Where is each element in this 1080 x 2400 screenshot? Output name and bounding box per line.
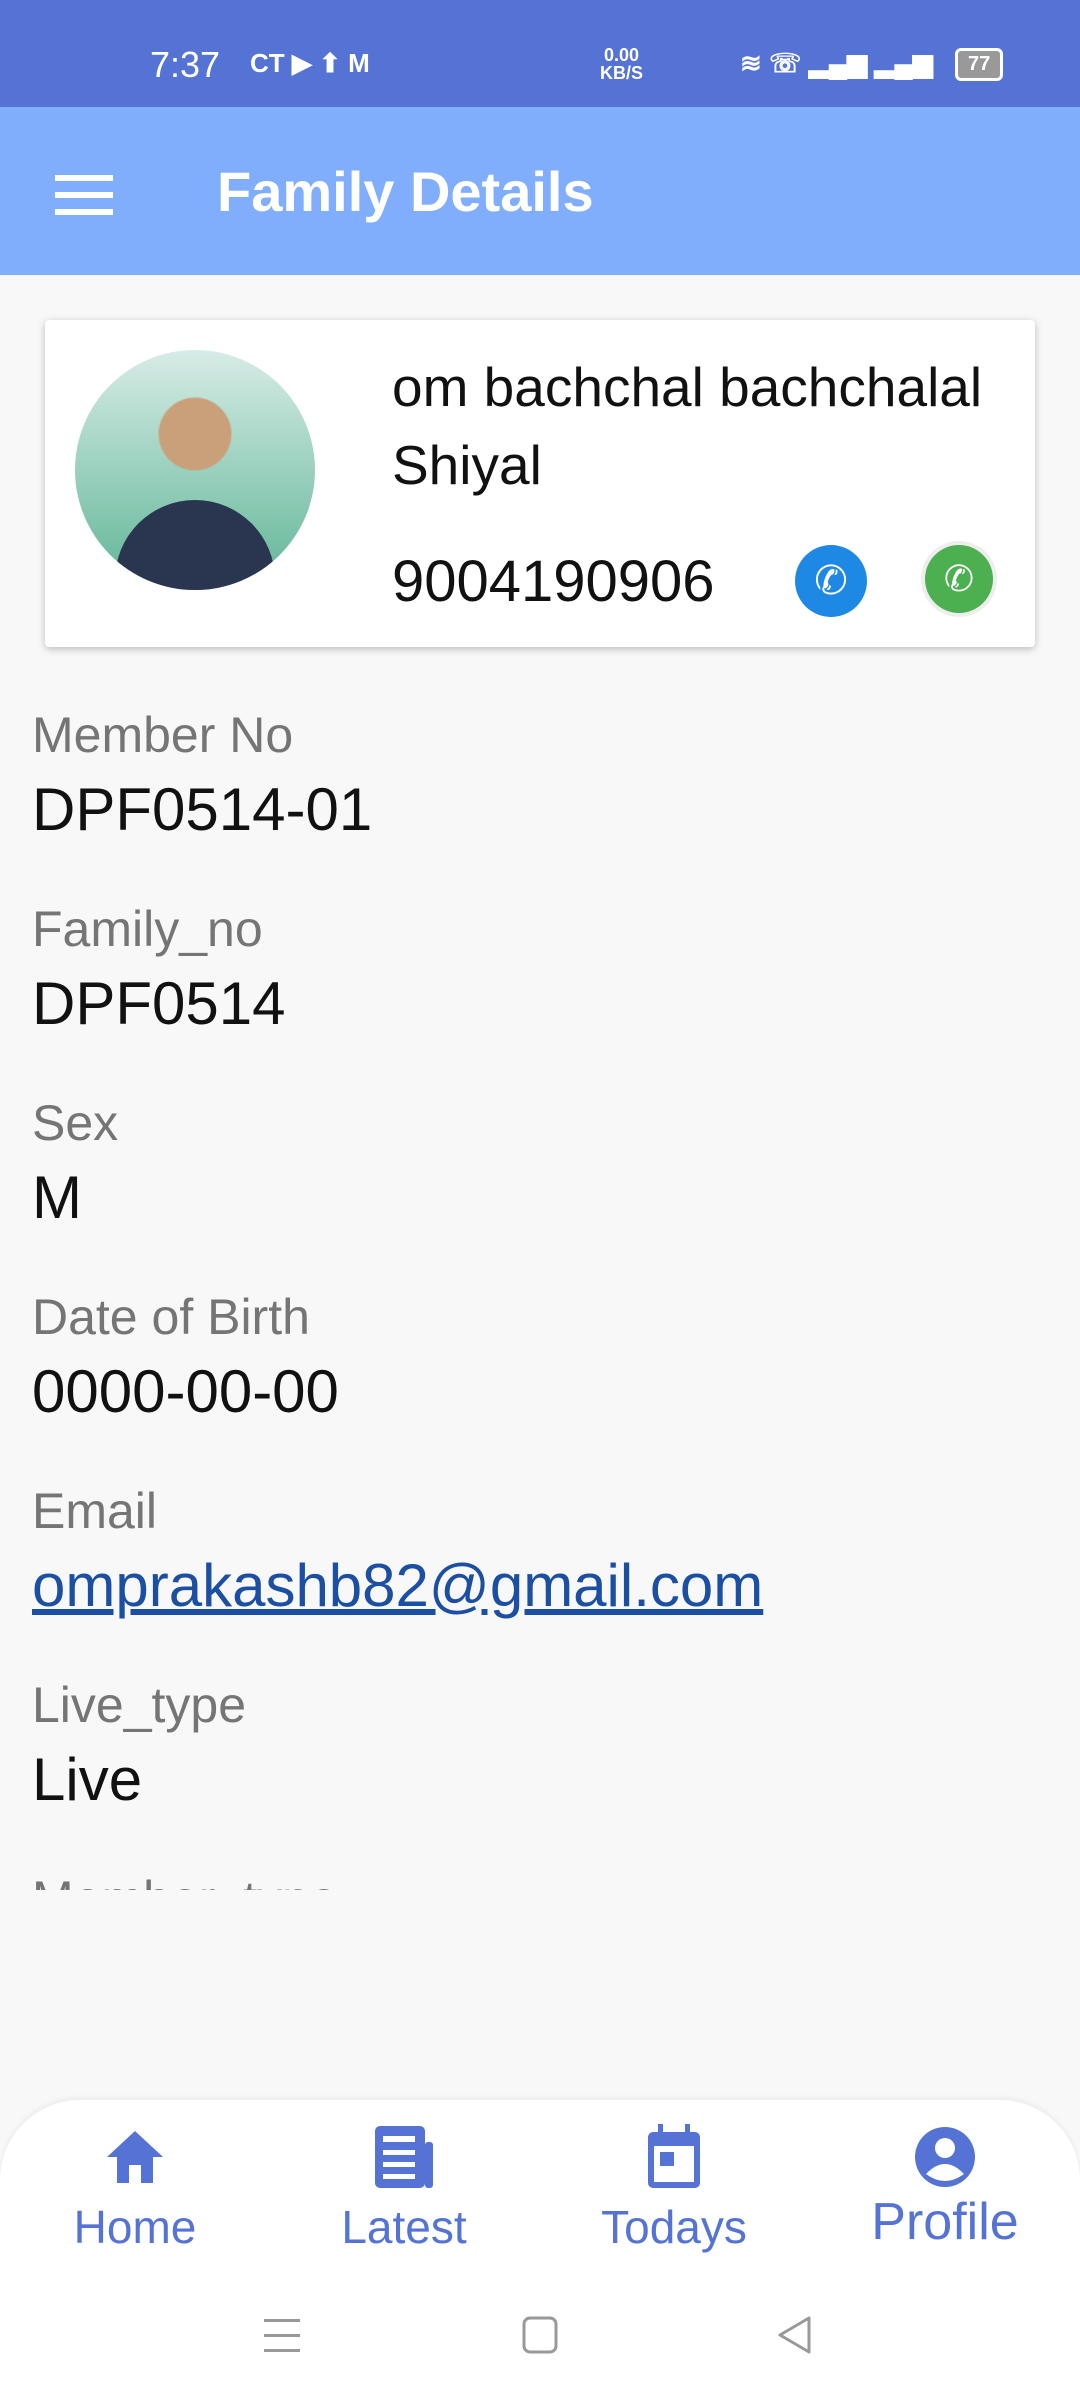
field-label: Family_no [32, 901, 263, 957]
system-nav-bar [0, 2275, 1080, 2400]
tab-label: Profile [871, 2193, 1019, 2251]
notification-icons: CT ▶ ⬆ M [250, 48, 370, 78]
tab-profile[interactable]: Profile [825, 2122, 1065, 2252]
net-speed-unit: KB/S [600, 63, 644, 83]
field-value: M [32, 1164, 82, 1231]
home-nav-icon[interactable] [520, 2315, 560, 2355]
field-dob: Date of Birth 0000-00-00 [32, 1282, 1042, 1476]
field-value: DPF0514-01 [32, 776, 373, 843]
net-speed-value: 0.00 [603, 45, 640, 65]
status-bar: 7:37 CT ▶ ⬆ M 0.00 KB/S ≋ ☏ ▂▄▆ ▂▄▆ 77 [0, 0, 1080, 107]
field-value: Live [32, 1746, 143, 1813]
status-time: 7:37 [150, 44, 221, 85]
tab-label: Todays [601, 2201, 747, 2253]
field-value: DPF0514 [32, 970, 286, 1037]
tab-home[interactable]: Home [15, 2122, 255, 2254]
battery-icon: 77 [955, 48, 1004, 81]
field-label: Email [32, 1483, 158, 1539]
menu-icon[interactable] [55, 175, 113, 215]
bottom-nav: Home Latest Todays Profile [0, 2100, 1080, 2275]
tab-label: Home [73, 2201, 197, 2253]
newspaper-icon [284, 2122, 524, 2192]
email-link[interactable]: omprakashb82@gmail.com [32, 1546, 1042, 1626]
details-list: Member No DPF0514-01 Family_no DPF0514 Sex… [32, 700, 1042, 1890]
tab-latest[interactable]: Latest [284, 2122, 524, 2254]
field-email: Email omprakashb82@gmail.com [32, 1476, 1042, 1670]
field-member-type: Member_type [32, 1864, 1042, 1890]
avatar [75, 350, 315, 590]
net-speed: 0.00 KB/S [600, 46, 643, 82]
page-title: Family Details [217, 160, 594, 223]
home-icon [15, 2122, 255, 2192]
field-label: Sex [32, 1095, 119, 1151]
signal-icons: ≋ ☏ ▂▄▆ ▂▄▆ [740, 48, 933, 78]
phone-number: 9004190906 [392, 549, 715, 614]
profile-card: om bachchal bachchalal Shiyal 9004190906… [45, 320, 1035, 647]
field-label: Date of Birth [32, 1289, 310, 1345]
recents-icon[interactable] [262, 2315, 302, 2355]
account-circle-icon [825, 2122, 1065, 2192]
calendar-icon [554, 2122, 794, 2192]
app-bar: Family Details [0, 107, 1080, 275]
tab-todays[interactable]: Todays [554, 2122, 794, 2254]
field-label: Member_type [32, 1864, 1042, 1890]
call-icon[interactable]: ✆ [795, 545, 867, 617]
field-value: 0000-00-00 [32, 1358, 339, 1425]
field-label: Member No [32, 707, 294, 763]
member-name: om bachchal bachchalal Shiyal [392, 356, 983, 496]
tab-label: Latest [341, 2201, 467, 2253]
field-member-no: Member No DPF0514-01 [32, 700, 1042, 894]
whatsapp-icon[interactable]: ✆ [925, 545, 993, 613]
field-sex: Sex M [32, 1088, 1042, 1282]
field-family-no: Family_no DPF0514 [32, 894, 1042, 1088]
field-label: Live_type [32, 1677, 247, 1733]
back-icon[interactable] [775, 2315, 815, 2355]
field-live-type: Live_type Live [32, 1670, 1042, 1864]
